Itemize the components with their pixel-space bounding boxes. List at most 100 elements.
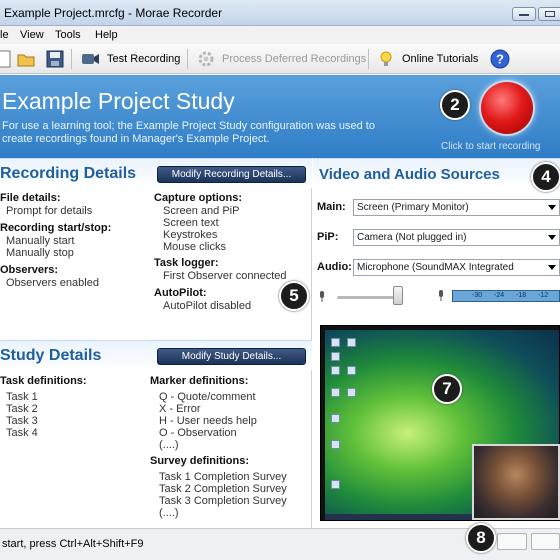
study-details-header: Study Details Modify Study Details... xyxy=(0,340,312,370)
meter-tick: -18 xyxy=(516,292,527,299)
toolbar-separator xyxy=(187,49,188,69)
callout-badge: 4 xyxy=(531,162,560,192)
task-item: Task 4 xyxy=(6,427,38,439)
av-sources-header: Video and Audio Sources xyxy=(313,158,560,188)
desktop-icon xyxy=(347,388,356,397)
marker-definitions-label: Marker definitions: xyxy=(150,375,249,387)
callout-badge: 5 xyxy=(279,281,309,311)
gear-icon xyxy=(198,51,214,67)
task-item: Task 3 xyxy=(6,415,38,427)
modify-recording-details-button[interactable]: Modify Recording Details... xyxy=(157,166,306,183)
audio-source-label: Audio: xyxy=(317,261,352,273)
microphone-high-icon xyxy=(439,290,443,301)
new-file-icon[interactable] xyxy=(0,49,14,69)
lightbulb-icon xyxy=(380,51,392,66)
task-logger-value: First Observer connected xyxy=(163,270,287,282)
survey-item: Task 1 Completion Survey xyxy=(159,471,287,483)
volume-slider-track[interactable] xyxy=(337,296,401,299)
start-stop-value: Manually stop xyxy=(6,247,74,259)
menu-view[interactable]: View xyxy=(20,29,44,41)
pip-source-value: Camera (Not plugged in) xyxy=(357,232,467,243)
desktop-icon xyxy=(331,440,340,449)
title-bar: Example Project.mrcfg - Morae Recorder xyxy=(0,0,560,26)
survey-item: Task 3 Completion Survey xyxy=(159,495,287,507)
marker-item: H - User needs help xyxy=(159,415,257,427)
callout-badge: 2 xyxy=(440,90,470,120)
main-source-label: Main: xyxy=(317,201,346,213)
av-sources-title: Video and Audio Sources xyxy=(319,166,500,183)
main-source-select[interactable]: Screen (Primary Monitor) xyxy=(353,199,560,216)
desktop-icon xyxy=(331,338,340,347)
audio-source-select[interactable]: Microphone (SoundMAX Integrated xyxy=(353,259,560,276)
autopilot-value: AutoPilot disabled xyxy=(163,300,252,312)
meter-tick: -12 xyxy=(538,292,549,299)
capture-option: Keystrokes xyxy=(163,229,218,241)
project-title: Example Project Study xyxy=(2,88,235,114)
observers-value: Observers enabled xyxy=(6,277,99,289)
task-item: Task 2 xyxy=(6,403,38,415)
menu-tools[interactable]: Tools xyxy=(55,29,81,41)
record-button[interactable] xyxy=(481,82,533,134)
pip-source-label: PiP: xyxy=(317,231,339,243)
desktop-icon xyxy=(347,338,356,347)
file-details-value: Prompt for details xyxy=(6,205,93,217)
marker-item: O - Observation xyxy=(159,427,237,439)
maximize-icon xyxy=(545,11,555,17)
marker-item: (....) xyxy=(159,439,179,451)
status-indicator xyxy=(531,533,560,550)
main-source-value: Screen (Primary Monitor) xyxy=(357,202,469,213)
pip-source-select[interactable]: Camera (Not plugged in) xyxy=(353,229,560,246)
toolbar: Test Recording Process Deferred Recordin… xyxy=(0,44,560,74)
autopilot-label: AutoPilot: xyxy=(154,287,207,299)
save-icon[interactable] xyxy=(45,49,65,69)
callout-badge: 7 xyxy=(432,374,462,404)
desktop-icon xyxy=(331,480,340,489)
chevron-down-icon xyxy=(548,235,556,240)
menu-bar: le View Tools Help xyxy=(0,26,560,44)
test-recording-button[interactable]: Test Recording xyxy=(107,53,180,65)
modify-study-details-button[interactable]: Modify Study Details... xyxy=(157,348,306,365)
marker-item: Q - Quote/comment xyxy=(159,391,256,403)
desktop-icon xyxy=(331,414,340,423)
pip-camera-preview xyxy=(472,444,560,520)
project-description: For use a learning tool; the Example Pro… xyxy=(2,120,375,145)
process-deferred-button[interactable]: Process Deferred Recordings xyxy=(222,53,366,65)
status-indicator xyxy=(497,533,527,550)
meter-tick: -30 xyxy=(472,292,483,299)
survey-item: Task 2 Completion Survey xyxy=(159,483,287,495)
meter-tick: -24 xyxy=(494,292,505,299)
test-recording-icon[interactable] xyxy=(80,49,100,69)
observers-label: Observers: xyxy=(0,264,59,276)
project-banner: Example Project Study For use a learning… xyxy=(0,75,560,158)
volume-slider-thumb[interactable] xyxy=(393,286,403,305)
open-folder-icon[interactable] xyxy=(16,49,36,69)
audio-source-value: Microphone (SoundMAX Integrated xyxy=(357,262,514,273)
toolbar-separator xyxy=(71,49,72,69)
recording-details-header: Recording Details Modify Recording Detai… xyxy=(0,158,312,188)
capture-option: Screen text xyxy=(163,217,219,229)
minimize-button[interactable] xyxy=(512,7,536,21)
online-tutorials-button[interactable]: Online Tutorials xyxy=(402,53,478,65)
capture-options-label: Capture options: xyxy=(154,192,242,204)
desktop-icon xyxy=(347,366,356,375)
maximize-button[interactable] xyxy=(538,7,560,21)
survey-item: (....) xyxy=(159,507,179,519)
start-stop-value: Manually start xyxy=(6,235,75,247)
capture-option: Screen and PiP xyxy=(163,205,240,217)
menu-help[interactable]: Help xyxy=(95,29,118,41)
desktop-icon xyxy=(331,388,340,397)
microphone-low-icon xyxy=(320,291,324,302)
survey-definitions-label: Survey definitions: xyxy=(150,455,250,467)
chevron-down-icon xyxy=(548,205,556,210)
capture-option: Mouse clicks xyxy=(163,241,226,253)
menu-file[interactable]: le xyxy=(0,29,9,41)
study-details-title: Study Details xyxy=(0,347,102,364)
start-stop-label: Recording start/stop: xyxy=(0,222,112,234)
task-logger-label: Task logger: xyxy=(154,257,219,269)
record-caption: Click to start recording xyxy=(441,141,541,152)
audio-level-meter: -30 -24 -18 -12 xyxy=(452,290,560,302)
marker-item: X - Error xyxy=(159,403,201,415)
chevron-down-icon xyxy=(548,265,556,270)
desktop-icon xyxy=(331,352,340,361)
help-icon[interactable]: ? xyxy=(490,49,510,69)
